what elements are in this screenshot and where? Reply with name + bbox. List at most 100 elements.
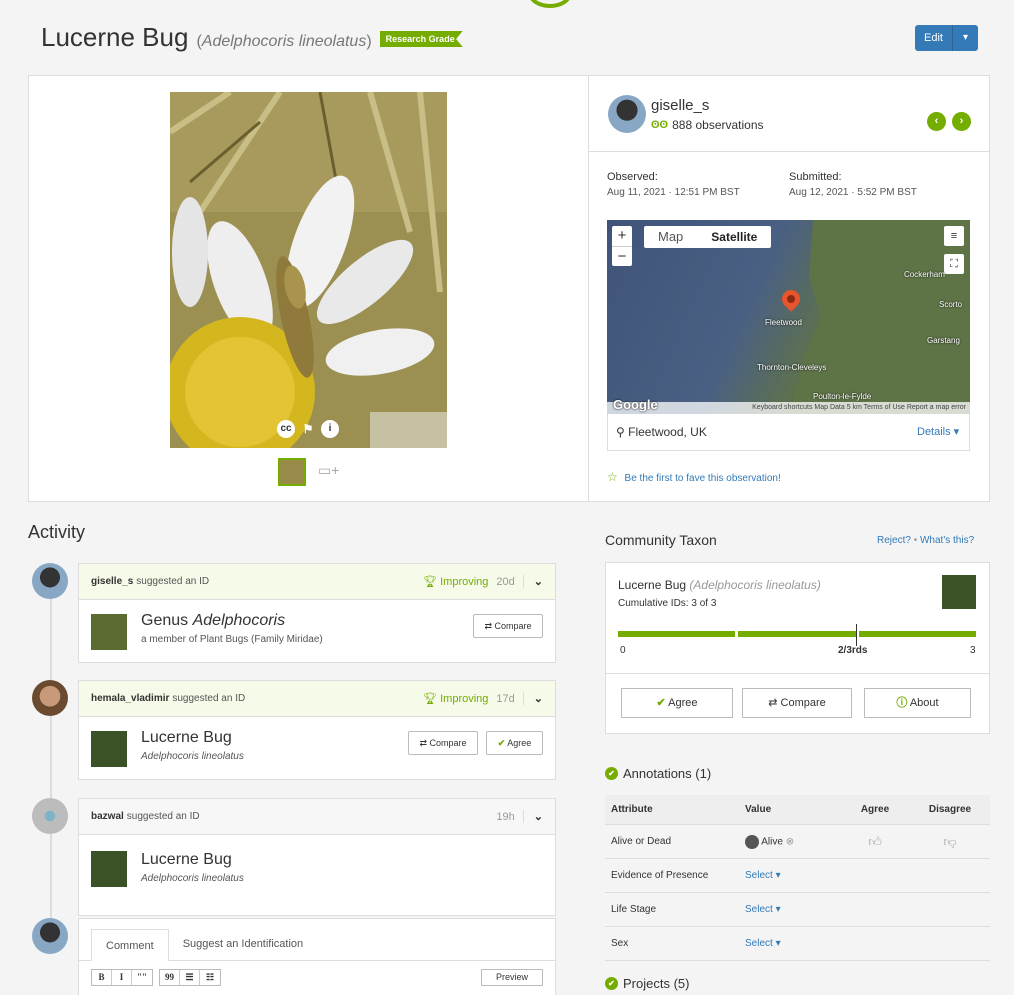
community-taxon-name[interactable]: Lucerne Bug (Adelphocoris lineolatus): [618, 578, 821, 592]
photo-thumbnail-selected[interactable]: [278, 458, 306, 486]
fave-link[interactable]: ☆ Be the first to fave this observation!: [607, 470, 781, 484]
location-text: ⚲ Fleetwood, UK: [616, 425, 707, 439]
select-dropdown[interactable]: Select ▾: [745, 938, 840, 949]
preview-button[interactable]: Preview: [481, 969, 543, 986]
avatar[interactable]: [32, 798, 68, 834]
check-circle-icon: ✔: [605, 767, 618, 780]
details-link[interactable]: Details ▾: [917, 425, 959, 438]
edit-button[interactable]: Edit ▾: [915, 25, 978, 51]
tab-comment[interactable]: Comment: [91, 929, 169, 961]
select-dropdown[interactable]: Select ▾: [745, 870, 840, 881]
prev-observation-icon[interactable]: ‹: [927, 112, 946, 131]
observer-username[interactable]: giselle_s: [651, 97, 709, 114]
chevron-down-icon[interactable]: ⌄: [522, 575, 543, 588]
identification-meta: 🏆︎ Improving 20d ⌄: [423, 575, 543, 588]
taxon-thumbnail[interactable]: [91, 731, 127, 767]
bullet-list-button[interactable]: ☰: [180, 970, 200, 985]
consensus-min: 0: [620, 645, 626, 656]
identifier-username[interactable]: giselle_s: [91, 576, 133, 587]
info-icon[interactable]: i: [321, 420, 339, 438]
add-photo-icon[interactable]: ▭+: [318, 462, 339, 479]
thumbs-up-icon[interactable]: 👍︎: [840, 834, 910, 850]
about-button[interactable]: ⓘ About: [864, 688, 971, 718]
tab-suggest-id[interactable]: Suggest an Identification: [169, 928, 317, 960]
projects-heading[interactable]: ✔ Projects (5): [605, 976, 689, 991]
avatar[interactable]: [608, 95, 646, 133]
zoom-in-button[interactable]: +: [612, 226, 632, 246]
avatar: [745, 834, 759, 849]
italic-button[interactable]: I: [112, 970, 132, 985]
compare-button[interactable]: ⇄ Compare: [473, 614, 543, 638]
edit-dropdown-caret[interactable]: ▾: [953, 25, 978, 51]
taxon-thumbnail[interactable]: [91, 614, 127, 650]
two-thirds-marker: [856, 624, 857, 646]
paren-close: ): [366, 33, 372, 50]
scientific-name[interactable]: (Adelphocoris lineolatus): [196, 33, 371, 51]
community-sci-name: (Adelphocoris lineolatus): [689, 578, 821, 592]
taxon-name[interactable]: Lucerne Bug: [141, 729, 232, 747]
info-icon: ⓘ: [896, 697, 908, 709]
value-text: Alive: [761, 836, 783, 848]
numbered-list-button[interactable]: ☷: [200, 970, 220, 985]
identifier-username[interactable]: bazwal: [91, 811, 124, 822]
google-logo: Google: [613, 397, 658, 412]
compare-icon: ⇄: [768, 697, 778, 709]
divider: [606, 673, 989, 674]
annotations-heading[interactable]: ✔ Annotations (1): [605, 766, 711, 781]
avatar[interactable]: [32, 918, 68, 954]
whats-this-link[interactable]: What's this?: [920, 535, 974, 546]
editor-toolbar: B I "" 99 ☰ ☷: [91, 969, 221, 986]
reject-link[interactable]: Reject?: [877, 535, 911, 546]
location-name: Fleetwood, UK: [628, 425, 707, 439]
table-row: Life Stage Select ▾: [605, 893, 990, 927]
compare-button[interactable]: ⇄ Compare: [742, 688, 852, 718]
select-dropdown[interactable]: Select ▾: [745, 904, 840, 915]
taxon-thumbnail[interactable]: [91, 851, 127, 887]
identification-meta: 19h ⌄: [496, 810, 543, 823]
taxon-subtitle: a member of Plant Bugs (Family Miridae): [141, 634, 323, 645]
thumbs-down-icon[interactable]: 👎︎: [910, 834, 990, 850]
edit-label[interactable]: Edit: [915, 25, 953, 51]
map-place-label: Scorto: [939, 300, 963, 309]
observation-count-text: 888 observations: [672, 118, 764, 132]
fullscreen-icon[interactable]: ⛶: [944, 254, 964, 274]
bold-button[interactable]: B: [92, 970, 112, 985]
observation-photo[interactable]: [170, 92, 447, 448]
community-common-name: Lucerne Bug: [618, 578, 687, 592]
identifier-username[interactable]: hemala_vladimir: [91, 693, 169, 704]
avatar[interactable]: [32, 563, 68, 599]
comment-tabs: Comment Suggest an Identification: [79, 919, 555, 961]
map-type-map[interactable]: Map: [644, 226, 697, 248]
check-circle-icon: ✔: [605, 977, 618, 990]
avatar[interactable]: [32, 680, 68, 716]
agree-button[interactable]: ✔ Agree: [486, 731, 543, 755]
map-attribution[interactable]: Keyboard shortcuts Map Data 5 km Terms o…: [607, 402, 970, 414]
observation-count[interactable]: ʘʘ 888 observations: [651, 118, 764, 132]
identification-card: bazwal suggested an ID 19h ⌄ Lucerne Bug…: [78, 798, 556, 916]
observed-date: Aug 11, 2021 · 12:51 PM BST: [607, 187, 740, 198]
fave-text: Be the first to fave this observation!: [624, 473, 781, 484]
remove-icon[interactable]: ⊗: [786, 836, 794, 847]
zoom-out-button[interactable]: −: [612, 246, 632, 266]
quote-button[interactable]: 99: [160, 970, 180, 985]
taxon-name[interactable]: Lucerne Bug: [141, 851, 232, 869]
taxon-thumbnail[interactable]: [942, 575, 976, 609]
flag-icon[interactable]: ⚑: [299, 420, 317, 438]
trophy-icon: 🏆︎: [423, 576, 438, 588]
chevron-down-icon[interactable]: ⌄: [522, 692, 543, 705]
layers-icon[interactable]: ≡: [944, 226, 964, 246]
compare-button[interactable]: ⇄ Compare: [408, 731, 478, 755]
location-map[interactable]: + − Map Satellite ≡ ⛶ Fleetwood Thornton…: [607, 220, 970, 414]
link-button[interactable]: "": [132, 970, 152, 985]
chevron-down-icon[interactable]: ⌄: [522, 810, 543, 823]
cc-license-icon[interactable]: cc: [277, 420, 295, 438]
identification-header: hemala_vladimir suggested an ID 🏆︎ Impro…: [79, 681, 555, 717]
activity-heading: Activity: [28, 522, 86, 542]
next-observation-icon[interactable]: ›: [952, 112, 971, 131]
research-grade-badge: Research Grade: [379, 31, 463, 47]
map-type-satellite[interactable]: Satellite: [697, 226, 771, 248]
identification-body: Lucerne Bug Adelphocoris lineolatus: [79, 835, 555, 915]
site-logo[interactable]: [528, 0, 572, 8]
taxon-name[interactable]: Genus Adelphocoris: [141, 612, 285, 630]
agree-button[interactable]: ✔ Agree: [621, 688, 733, 718]
